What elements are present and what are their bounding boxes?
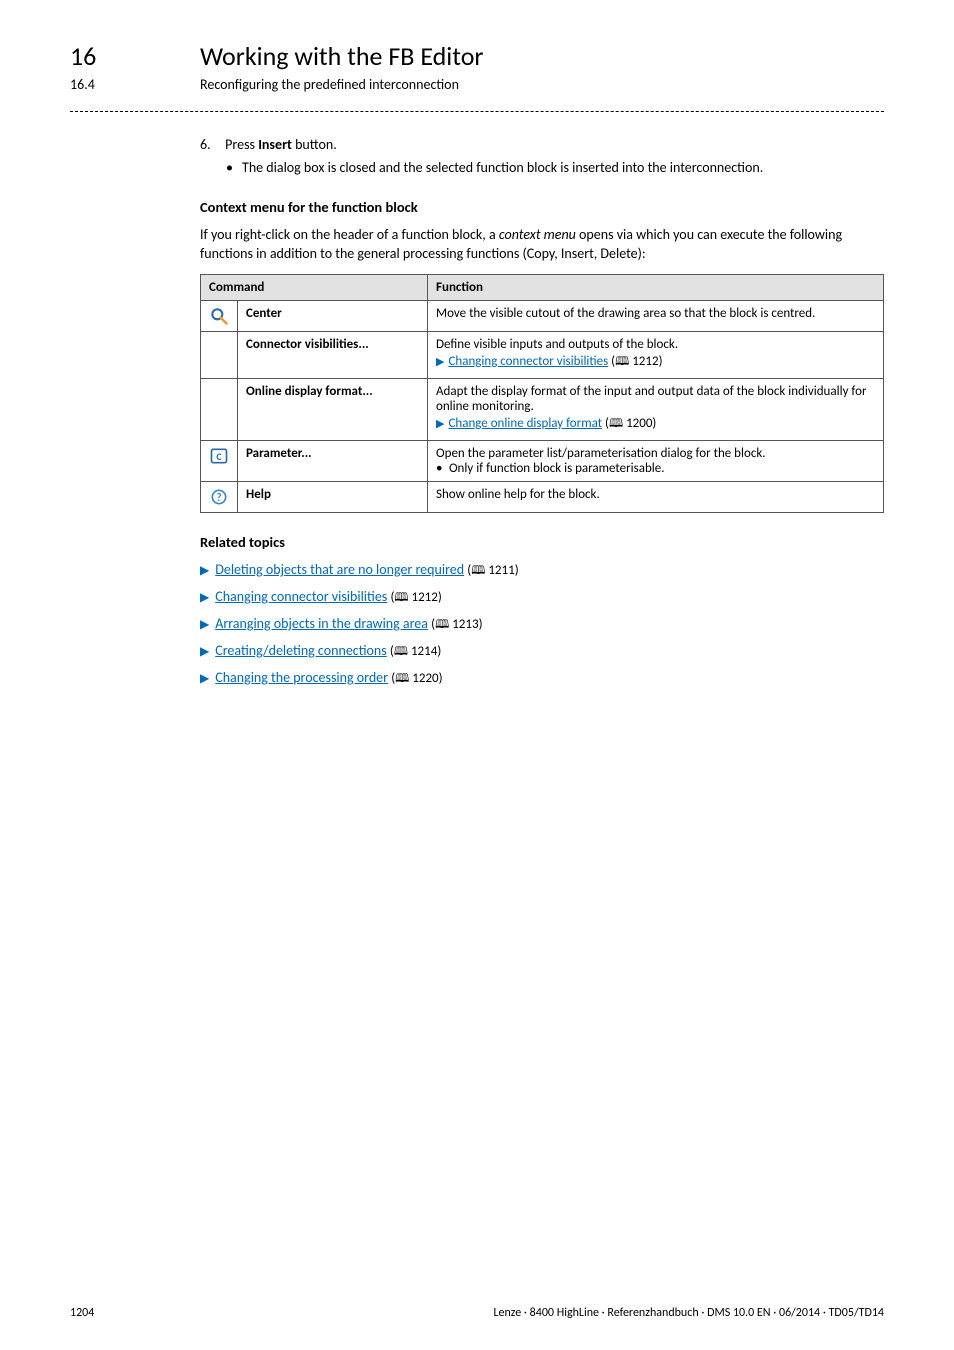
pagenum: 1213 bbox=[452, 617, 478, 632]
pageref: (🕮 1212) bbox=[390, 590, 441, 605]
link-changing-connector[interactable]: Changing connector visibilities bbox=[215, 588, 387, 605]
section-title: Reconfiguring the predefined interconnec… bbox=[200, 76, 459, 93]
link-arranging-objects[interactable]: Arranging objects in the drawing area bbox=[215, 615, 428, 632]
magnifier-icon bbox=[201, 300, 238, 331]
pagenum: 1212 bbox=[412, 590, 438, 605]
pagenum-online: 1200 bbox=[626, 416, 652, 431]
link-changing-processing-order[interactable]: Changing the processing order bbox=[215, 669, 388, 686]
arrow-icon: ▶ bbox=[200, 618, 209, 632]
desc-parameter-text: Open the parameter list/parameterisation… bbox=[436, 446, 766, 461]
table-row: Connector visibilities... Define visible… bbox=[201, 331, 884, 378]
cmd-parameter: Parameter... bbox=[238, 440, 428, 481]
svg-text:?: ? bbox=[216, 491, 221, 504]
list-item: ▶ Deleting objects that are no longer req… bbox=[200, 561, 884, 582]
chapter-title: Working with the FB Editor bbox=[200, 40, 484, 72]
related-topics-list: ▶ Deleting objects that are no longer req… bbox=[200, 561, 884, 690]
cmd-connector: Connector visibilities... bbox=[238, 331, 428, 378]
table-row: C Parameter... Open the parameter list/p… bbox=[201, 440, 884, 481]
desc-parameter: Open the parameter list/parameterisation… bbox=[428, 440, 884, 481]
pageref: (🕮 1213) bbox=[431, 617, 482, 632]
th-function: Function bbox=[428, 274, 884, 300]
desc-online-text: Adapt the display format of the input an… bbox=[436, 384, 866, 414]
arrow-icon: ▶ bbox=[200, 645, 209, 659]
related-topics-heading: Related topics bbox=[200, 533, 884, 551]
section-number: 16.4 bbox=[70, 76, 160, 93]
step-number: 6. bbox=[200, 136, 222, 153]
desc-parameter-bullet: Only if function block is parameterisabl… bbox=[449, 461, 665, 476]
context-para-em: context menu bbox=[499, 226, 576, 243]
chapter-number: 16 bbox=[70, 40, 160, 72]
step-text-pre: Press bbox=[225, 136, 258, 153]
cmd-center: Center bbox=[238, 300, 428, 331]
desc-online: Adapt the display format of the input an… bbox=[428, 378, 884, 440]
arrow-icon: ▶ bbox=[200, 564, 209, 578]
pageref: (🕮 1214) bbox=[390, 644, 441, 659]
link-change-online-format[interactable]: Change online display format bbox=[448, 416, 602, 431]
table-row: ? Help Show online help for the block. bbox=[201, 481, 884, 512]
link-creating-deleting-connections[interactable]: Creating/deleting connections bbox=[215, 642, 387, 659]
step-text-bold: Insert bbox=[258, 136, 292, 153]
table-row: Center Move the visible cutout of the dr… bbox=[201, 300, 884, 331]
link-deleting-objects[interactable]: Deleting objects that are no longer requ… bbox=[215, 561, 464, 578]
pagenum-connector: 1212 bbox=[632, 354, 658, 369]
arrow-icon: ▶ bbox=[200, 672, 209, 686]
divider-dashed bbox=[70, 111, 884, 112]
arrow-icon: ▶ bbox=[436, 417, 444, 430]
cmd-help: Help bbox=[238, 481, 428, 512]
context-menu-paragraph: If you right-click on the header of a fu… bbox=[200, 226, 884, 264]
help-icon: ? bbox=[201, 481, 238, 512]
arrow-icon: ▶ bbox=[200, 591, 209, 605]
desc-help: Show online help for the block. bbox=[428, 481, 884, 512]
icon-empty bbox=[201, 331, 238, 378]
list-item: ▶ Changing the processing order (🕮 1220) bbox=[200, 669, 884, 690]
context-menu-heading: Context menu for the function block bbox=[200, 198, 884, 216]
link-changing-connector[interactable]: Changing connector visibilities bbox=[448, 354, 608, 369]
list-item: ▶ Creating/deleting connections (🕮 1214) bbox=[200, 642, 884, 663]
step-sub-bullet: The dialog box is closed and the selecte… bbox=[242, 159, 884, 178]
pageref-online: (🕮 1200) bbox=[605, 416, 656, 431]
desc-connector-text: Define visible inputs and outputs of the… bbox=[436, 337, 678, 352]
pageref: (🕮 1211) bbox=[467, 563, 518, 578]
footer-page-number: 1204 bbox=[70, 1306, 94, 1320]
code-box-icon: C bbox=[201, 440, 238, 481]
pageref-connector: (🕮 1212) bbox=[611, 354, 662, 369]
step-text-post: button. bbox=[292, 136, 337, 153]
step-line: 6. Press Insert button. bbox=[200, 136, 884, 153]
pageref: (🕮 1220) bbox=[391, 671, 442, 686]
command-table: Command Function Center Move the visible… bbox=[200, 274, 884, 513]
svg-text:C: C bbox=[216, 450, 222, 463]
list-item: ▶ Changing connector visibilities (🕮 1212… bbox=[200, 588, 884, 609]
desc-connector: Define visible inputs and outputs of the… bbox=[428, 331, 884, 378]
table-row: Online display format... Adapt the displ… bbox=[201, 378, 884, 440]
pagenum: 1220 bbox=[412, 671, 438, 686]
arrow-icon: ▶ bbox=[436, 355, 444, 368]
desc-center: Move the visible cutout of the drawing a… bbox=[428, 300, 884, 331]
list-item: ▶ Arranging objects in the drawing area (… bbox=[200, 615, 884, 636]
page-footer: 1204 Lenze · 8400 HighLine · Referenzhan… bbox=[70, 1306, 884, 1320]
context-para-pre: If you right-click on the header of a fu… bbox=[200, 226, 499, 243]
pagenum: 1211 bbox=[488, 563, 514, 578]
th-command: Command bbox=[201, 274, 428, 300]
pagenum: 1214 bbox=[411, 644, 437, 659]
cmd-online: Online display format... bbox=[238, 378, 428, 440]
footer-right-text: Lenze · 8400 HighLine · Referenzhandbuch… bbox=[493, 1306, 884, 1320]
icon-empty bbox=[201, 378, 238, 440]
